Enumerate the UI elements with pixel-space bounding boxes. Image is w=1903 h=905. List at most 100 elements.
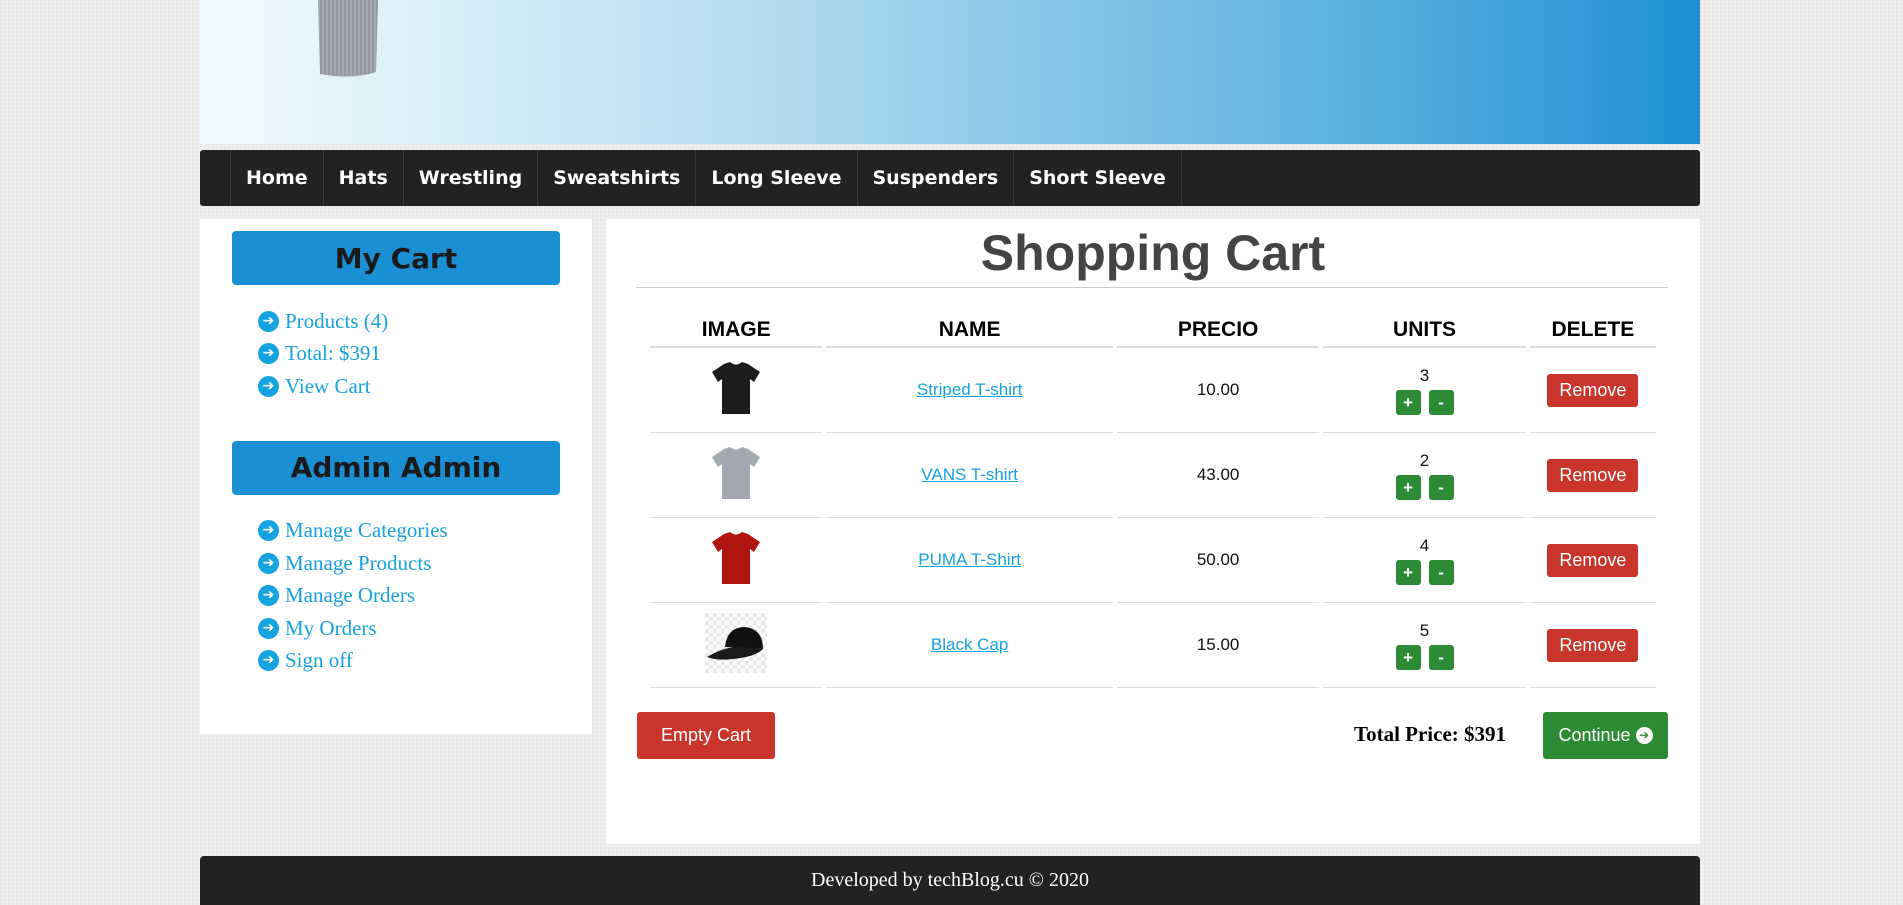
product-image-cell: [650, 518, 823, 603]
sidebar-item-view-cart[interactable]: ➔ View Cart: [258, 370, 592, 403]
page-title: Shopping Cart: [980, 225, 1326, 281]
column-header-image: IMAGE: [650, 314, 823, 348]
sidebar-item-label: Sign off: [285, 648, 353, 673]
footer-text: Developed by techBlog.cu © 2020: [811, 869, 1089, 891]
nav-item-wrestling[interactable]: Wrestling: [402, 150, 537, 206]
product-link[interactable]: Black Cap: [931, 635, 1008, 654]
increase-quantity-button[interactable]: +: [1395, 389, 1421, 415]
nav-item-hats[interactable]: Hats: [322, 150, 403, 206]
sidebar-item-products[interactable]: ➔ Products (4): [258, 305, 592, 338]
sidebar-item-label: Manage Products: [285, 550, 432, 575]
increase-quantity-button[interactable]: +: [1395, 559, 1421, 585]
arrow-circle-right-icon: ➔: [258, 650, 279, 672]
remove-button[interactable]: Remove: [1547, 373, 1639, 407]
units-value: 3: [1419, 365, 1430, 385]
remove-button[interactable]: Remove: [1547, 458, 1639, 492]
sidebar-item-label: Manage Categories: [285, 518, 448, 543]
column-header-price: PRECIO: [1116, 314, 1320, 348]
empty-cart-button[interactable]: Empty Cart: [637, 712, 775, 759]
decrease-quantity-button[interactable]: -: [1428, 474, 1454, 500]
delete-cell: Remove: [1529, 433, 1656, 518]
sidebar-item-manage-categories[interactable]: ➔ Manage Categories: [258, 515, 592, 548]
tshirt-banner-image: [318, 0, 378, 77]
sidebar-item-label: Products (4): [285, 308, 389, 333]
table-row: PUMA T-Shirt 50.00 4 + - Remove: [650, 518, 1656, 603]
delete-cell: Remove: [1529, 518, 1656, 603]
product-price-cell: 50.00: [1116, 518, 1320, 603]
sidebar-item-manage-products[interactable]: ➔ Manage Products: [258, 547, 592, 580]
shopping-cart-panel: Shopping Cart IMAGE NAME PRECIO UNITS DE…: [606, 219, 1700, 844]
black-tshirt-image: [712, 361, 761, 414]
nav-item-short-sleeve[interactable]: Short Sleeve: [1013, 150, 1182, 206]
admin-menu-list: ➔ Manage Categories ➔ Manage Products ➔ Man…: [200, 515, 592, 678]
divider: [636, 287, 1668, 288]
sidebar-item-my-orders[interactable]: ➔ My Orders: [258, 612, 592, 645]
decrease-quantity-button[interactable]: -: [1428, 644, 1454, 670]
sidebar: My Cart ➔ Products (4) ➔ Total: $391 ➔ View…: [200, 219, 592, 734]
increase-quantity-button[interactable]: +: [1395, 474, 1421, 500]
footer: Developed by techBlog.cu © 2020: [200, 856, 1700, 905]
table-row: Striped T-shirt 10.00 3 + - Remove: [650, 348, 1656, 433]
product-price-cell: 15.00: [1116, 603, 1320, 688]
product-units-cell: 5 + -: [1323, 603, 1526, 688]
cart-table: IMAGE NAME PRECIO UNITS DELETE Striped T…: [646, 314, 1660, 688]
product-image-cell: [650, 433, 823, 518]
product-name-cell: VANS T-shirt: [826, 433, 1113, 518]
product-image-cell: [650, 603, 823, 688]
product-name-cell: PUMA T-Shirt: [826, 518, 1113, 603]
column-header-units: UNITS: [1323, 314, 1526, 348]
sidebar-item-manage-orders[interactable]: ➔ Manage Orders: [258, 580, 592, 613]
arrow-circle-right-icon: ➔: [258, 520, 279, 542]
arrow-circle-right-icon: ➔: [258, 617, 279, 639]
product-image-cell: [650, 348, 823, 433]
product-units-cell: 3 + -: [1323, 348, 1526, 433]
remove-button[interactable]: Remove: [1547, 628, 1639, 662]
arrow-circle-right-icon: ➔: [258, 585, 279, 607]
increase-quantity-button[interactable]: +: [1395, 644, 1421, 670]
continue-button[interactable]: Continue ➔: [1543, 712, 1668, 759]
delete-cell: Remove: [1529, 603, 1656, 688]
my-cart-heading: My Cart: [232, 231, 560, 285]
arrow-circle-right-icon: ➔: [258, 310, 279, 332]
product-link[interactable]: VANS T-shirt: [921, 465, 1018, 484]
gray-tshirt-image: [712, 446, 761, 499]
product-name-cell: Striped T-shirt: [826, 348, 1113, 433]
units-value: 4: [1419, 535, 1430, 555]
admin-heading: Admin Admin: [232, 440, 560, 495]
product-units-cell: 4 + -: [1323, 518, 1526, 603]
cart-summary-list: ➔ Products (4) ➔ Total: $391 ➔ View Cart: [200, 305, 592, 403]
delete-cell: Remove: [1529, 348, 1656, 433]
nav-item-sweatshirts[interactable]: Sweatshirts: [537, 150, 695, 206]
product-price-cell: 10.00: [1116, 348, 1320, 433]
units-value: 2: [1419, 450, 1430, 470]
continue-button-label: Continue: [1558, 725, 1631, 745]
column-header-delete: DELETE: [1529, 314, 1656, 348]
sidebar-item-label: View Cart: [285, 373, 371, 398]
decrease-quantity-button[interactable]: -: [1428, 389, 1454, 415]
nav-item-long-sleeve[interactable]: Long Sleeve: [695, 150, 856, 206]
arrow-circle-right-icon: ➔: [258, 375, 279, 397]
product-link[interactable]: PUMA T-Shirt: [918, 550, 1021, 569]
units-value: 5: [1419, 620, 1430, 640]
nav-item-home[interactable]: Home: [230, 150, 323, 206]
product-units-cell: 2 + -: [1323, 433, 1526, 518]
main-nav: Home Hats Wrestling Sweatshirts Long Sle…: [200, 150, 1700, 206]
column-header-name: NAME: [826, 314, 1113, 348]
remove-button[interactable]: Remove: [1547, 543, 1639, 577]
table-row: Black Cap 15.00 5 + - Remove: [650, 603, 1656, 688]
product-name-cell: Black Cap: [826, 603, 1113, 688]
table-row: VANS T-shirt 43.00 2 + - Remove: [650, 433, 1656, 518]
nav-item-suspenders[interactable]: Suspenders: [856, 150, 1014, 206]
header-banner: [200, 0, 1700, 144]
sidebar-item-sign-off[interactable]: ➔ Sign off: [258, 645, 592, 678]
product-price-cell: 43.00: [1116, 433, 1320, 518]
arrow-circle-right-icon: ➔: [258, 343, 279, 365]
sidebar-item-label: Manage Orders: [285, 583, 416, 608]
sidebar-item-label: Total: $391: [285, 341, 381, 366]
arrow-circle-right-icon: ➔: [258, 552, 279, 574]
product-link[interactable]: Striped T-shirt: [917, 380, 1023, 399]
red-tshirt-image: [712, 531, 761, 584]
sidebar-item-label: My Orders: [285, 615, 377, 640]
sidebar-item-total[interactable]: ➔ Total: $391: [258, 338, 592, 371]
decrease-quantity-button[interactable]: -: [1428, 559, 1454, 585]
